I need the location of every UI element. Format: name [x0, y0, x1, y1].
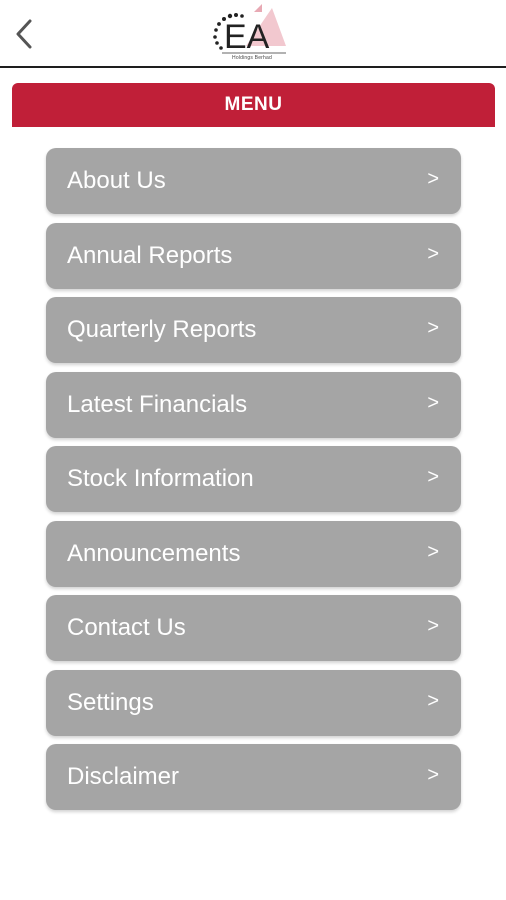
chevron-right-icon: > [427, 242, 439, 265]
chevron-right-icon: > [427, 391, 439, 414]
chevron-right-icon: > [427, 615, 439, 637]
chevron-right-icon: > [427, 540, 439, 563]
menu-item-quarterly-reports[interactable]: Quarterly Reports > [46, 297, 461, 363]
logo-letters: EA [224, 18, 270, 56]
menu-item-stock-information[interactable]: Stock Information > [46, 446, 461, 512]
menu-item-annual-reports[interactable]: Annual Reports > [46, 222, 461, 289]
menu-item-label: About Us [67, 167, 166, 194]
menu-item-disclaimer[interactable]: Disclaimer > [46, 744, 461, 810]
menu-item-label: Contact Us [67, 614, 186, 641]
menu-item-label: Announcements [67, 539, 241, 567]
menu-item-contact-us[interactable]: Contact Us > [46, 595, 461, 661]
chevron-right-icon: > [427, 466, 439, 488]
menu-item-announcements[interactable]: Announcements > [46, 520, 461, 587]
menu-list: About Us > Annual Reports > Quarterly Re… [46, 148, 461, 819]
menu-item-latest-financials[interactable]: Latest Financials > [46, 371, 461, 438]
back-button[interactable] [8, 12, 40, 56]
menu-item-label: Settings [67, 688, 154, 716]
menu-item-settings[interactable]: Settings > [46, 669, 461, 736]
app-screen: EA Holdings Berhad MENU About Us > Annua… [0, 0, 506, 900]
menu-title: MENU [224, 94, 283, 115]
menu-item-about-us[interactable]: About Us > [46, 148, 461, 214]
top-bar: EA Holdings Berhad [0, 0, 506, 68]
chevron-right-icon: > [427, 317, 439, 339]
chevron-right-icon: > [427, 764, 439, 786]
logo-tagline: Holdings Berhad [232, 55, 272, 61]
menu-item-label: Quarterly Reports [67, 316, 257, 343]
chevron-right-icon: > [427, 689, 439, 712]
chevron-right-icon: > [427, 168, 439, 190]
menu-header: MENU [12, 83, 495, 127]
menu-item-label: Latest Financials [67, 390, 248, 418]
menu-item-label: Disclaimer [67, 763, 180, 790]
menu-item-label: Annual Reports [67, 241, 233, 269]
menu-item-label: Stock Information [67, 465, 254, 492]
back-arrow-icon [16, 19, 32, 49]
